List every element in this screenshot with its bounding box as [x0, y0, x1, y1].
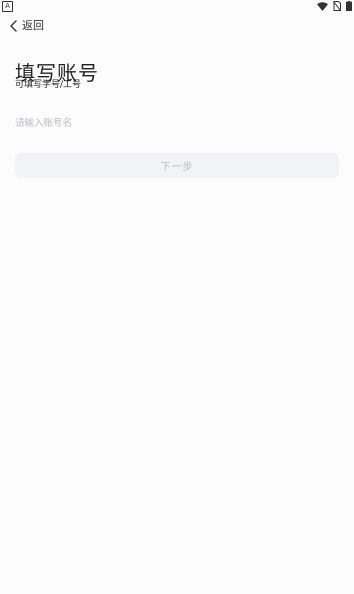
back-button[interactable]: 返回 — [9, 17, 44, 35]
back-label: 返回 — [22, 19, 44, 32]
status-icons — [317, 1, 352, 11]
next-button[interactable]: 下一步 — [15, 153, 339, 178]
account-hint: 可填写学号/工号 — [15, 80, 82, 90]
account-input[interactable] — [15, 114, 335, 132]
wifi-icon — [317, 1, 328, 11]
status-bar: A — [0, 0, 354, 12]
battery-icon — [346, 1, 352, 11]
no-sim-icon — [333, 1, 341, 11]
app-notification-icon: A — [2, 1, 13, 12]
chevron-left-icon — [9, 17, 18, 36]
